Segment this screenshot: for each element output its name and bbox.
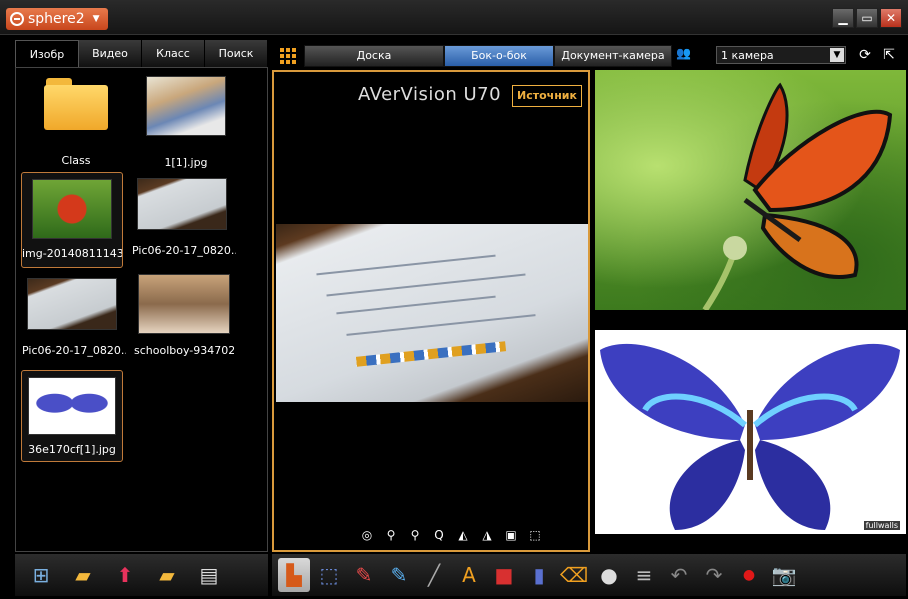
camera-view[interactable]: AVerVision U70 Источник ◎ ⚲ ⚲ Q ◭ ◮ ▣ ⬚: [272, 70, 590, 552]
tab-video[interactable]: Видео: [79, 40, 142, 67]
highlighter-icon[interactable]: ✎: [383, 558, 415, 592]
notes-icon[interactable]: ▤: [193, 558, 225, 592]
layout-icon[interactable]: ⊞: [25, 558, 57, 592]
record-icon[interactable]: ●: [733, 558, 765, 592]
line-width-icon[interactable]: ≡: [628, 558, 660, 592]
mode-whiteboard[interactable]: Доска: [304, 45, 444, 67]
thumbnail-image: [32, 179, 112, 239]
chevron-down-icon[interactable]: ▼: [830, 48, 844, 62]
file-item[interactable]: Pic06-20-17_0820...: [22, 278, 126, 368]
rotate-right-icon[interactable]: ◮: [480, 528, 494, 542]
redo-icon[interactable]: ↷: [698, 558, 730, 592]
zoom-in-icon[interactable]: ⚲: [384, 528, 398, 542]
multi-camera-icon[interactable]: 👥: [676, 46, 706, 64]
thumbnail-image: [137, 178, 227, 230]
chevron-down-icon: ▼: [92, 14, 100, 24]
camera-feed-image: [276, 224, 588, 402]
app-menu-button[interactable]: sphere2 ▼: [6, 8, 108, 30]
watermark: fullwalls: [863, 521, 900, 530]
undo-icon[interactable]: ↶: [663, 558, 695, 592]
file-caption: img-20140811143...: [22, 247, 122, 260]
freeze-icon[interactable]: ▣: [504, 528, 518, 542]
palette-icon[interactable]: ●: [593, 558, 625, 592]
file-caption: schoolboy-934702...: [134, 344, 234, 357]
thumbnail-image: [146, 76, 226, 136]
media-tabs: Изобр Видео Класс Поиск: [15, 40, 268, 67]
tab-images[interactable]: Изобр: [15, 40, 79, 67]
upload-icon[interactable]: ⬆: [109, 558, 141, 592]
close-button[interactable]: ✕: [880, 8, 902, 28]
area-select-icon[interactable]: ⬚: [313, 558, 345, 592]
mode-side-by-side[interactable]: Бок-о-бок: [444, 45, 554, 67]
camera-icon[interactable]: 📷: [768, 558, 800, 592]
thumbnail-image: [27, 278, 117, 330]
tab-search[interactable]: Поиск: [205, 40, 268, 67]
sphere-logo-icon: [10, 12, 24, 26]
file-item[interactable]: img-20140811143...: [21, 172, 123, 268]
line-icon[interactable]: ╱: [418, 558, 450, 592]
capture-icon[interactable]: ⬚: [528, 528, 542, 542]
zoom-out-icon[interactable]: ⚲: [408, 528, 422, 542]
eraser-icon[interactable]: ⌫: [558, 558, 590, 592]
focus-icon[interactable]: ◎: [360, 528, 374, 542]
grid-menu-icon[interactable]: [280, 48, 296, 64]
thumbnail-image: [28, 377, 116, 435]
butterfly-graphic: [702, 82, 893, 310]
text-icon[interactable]: A: [453, 558, 485, 592]
shape-icon[interactable]: ■: [488, 558, 520, 592]
view-toolbar: Доска Бок-о-бок Документ-камера 👥 1 каме…: [272, 40, 906, 70]
media-browser: Изобр Видео Класс Поиск Class 1[1].jpg i…: [15, 40, 268, 552]
side-image-blue-butterfly[interactable]: fullwalls: [595, 330, 906, 534]
app-name: sphere2: [28, 11, 85, 27]
title-bar: sphere2 ▼ ▁ ▭ ✕: [0, 0, 908, 35]
new-folder-icon[interactable]: ▰: [151, 558, 183, 592]
annotation-toolbar: ▙ ⬚ ✎ ✎ ╱ A ■ ▮ ⌫ ● ≡ ↶ ↷ ● 📷: [272, 554, 906, 596]
camera-select-value: 1 камера: [721, 49, 774, 62]
blue-butterfly-graphic: [600, 343, 900, 530]
file-toolbar: ⊞ ▰ ⬆ ▰ ▤: [15, 554, 268, 596]
tab-class[interactable]: Класс: [142, 40, 205, 67]
thumbnail-image: [138, 274, 230, 334]
pen-icon[interactable]: ✎: [348, 558, 380, 592]
file-caption: Pic06-20-17_0820...: [22, 344, 126, 357]
file-item[interactable]: 1[1].jpg: [136, 76, 236, 176]
file-item[interactable]: Pic06-20-17_0820...: [132, 178, 236, 268]
rotate-left-icon[interactable]: ◭: [456, 528, 470, 542]
source-button[interactable]: Источник: [512, 85, 582, 107]
camera-controls: ◎ ⚲ ⚲ Q ◭ ◮ ▣ ⬚: [360, 528, 542, 542]
file-caption: 36e170cf[1].jpg: [28, 443, 116, 456]
file-caption: Pic06-20-17_0820...: [132, 244, 236, 257]
auto-icon[interactable]: Q: [432, 528, 446, 542]
camera-select[interactable]: 1 камера ▼: [716, 46, 846, 64]
file-item[interactable]: 36e170cf[1].jpg: [21, 370, 123, 462]
refresh-icon[interactable]: ⟳: [856, 46, 874, 64]
side-image-butterfly[interactable]: [595, 70, 906, 310]
file-caption: 1[1].jpg: [164, 156, 208, 169]
mode-document-camera[interactable]: Документ-камера: [554, 45, 672, 67]
thumbnail-grid: Class 1[1].jpg img-20140811143... Pic06-…: [15, 67, 268, 552]
file-item[interactable]: Class: [26, 78, 126, 178]
marker-icon[interactable]: ▮: [523, 558, 555, 592]
open-folder-icon[interactable]: ▰: [67, 558, 99, 592]
folder-icon: [44, 78, 108, 130]
select-frame-icon[interactable]: ▙: [278, 558, 310, 592]
camera-title: AVerVision U70: [358, 84, 502, 105]
minimize-button[interactable]: ▁: [832, 8, 854, 28]
file-caption: Class: [61, 154, 91, 167]
external-window-icon[interactable]: ⇱: [880, 46, 898, 64]
file-item[interactable]: schoolboy-934702...: [134, 274, 234, 368]
maximize-button[interactable]: ▭: [856, 8, 878, 28]
